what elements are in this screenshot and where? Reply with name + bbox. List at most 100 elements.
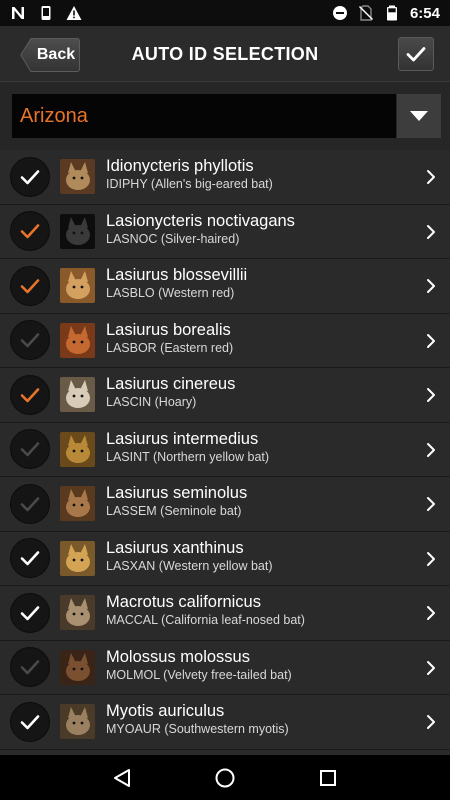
species-checkbox[interactable] <box>10 647 50 688</box>
species-name: Lasiurus cinereus <box>106 375 236 393</box>
species-row[interactable]: Lasionycteris noctivagans LASNOC (Silver… <box>0 205 450 259</box>
species-text: Idionycteris phyllotis IDIPHY (Allen's b… <box>106 156 410 193</box>
species-text: Macrotus californicus MACCAL (California… <box>106 592 410 629</box>
species-code: LASBOR (Eastern red) <box>106 340 234 355</box>
chevron-right-icon <box>427 333 435 348</box>
species-row[interactable]: Molossus molossus MOLMOL (Velvety free-t… <box>0 641 450 695</box>
bat-photo-icon <box>60 649 95 685</box>
bat-thumbnail <box>60 213 95 249</box>
species-row[interactable]: Macrotus californicus MACCAL (California… <box>0 586 450 641</box>
confirm-button[interactable] <box>398 37 434 71</box>
chevron-right-icon <box>427 279 435 293</box>
status-time: 6:54 <box>409 4 440 22</box>
battery-icon <box>386 5 397 21</box>
no-sim-icon <box>358 5 373 21</box>
species-checkbox[interactable] <box>10 592 50 633</box>
checkmark-icon <box>20 551 40 566</box>
species-code: LASNOC (Silver-haired) <box>106 231 240 246</box>
species-row[interactable]: Lasiurus intermedius LASINT (Northern ye… <box>0 423 450 477</box>
bat-thumbnail <box>60 704 95 740</box>
species-checkbox[interactable] <box>10 320 50 361</box>
species-text: Lasiurus blossevillii LASBLO (Western re… <box>106 265 410 302</box>
species-checkbox[interactable] <box>10 483 50 524</box>
species-code: LASCIN (Hoary) <box>106 395 197 409</box>
chevron-right-icon <box>427 224 435 239</box>
chevron-right-icon <box>427 606 435 620</box>
chevron-right-icon <box>427 442 435 457</box>
species-row[interactable]: Myotis auriculus MYOAUR (Southwestern my… <box>0 695 450 750</box>
checkmark-icon <box>20 387 40 403</box>
species-text: Molossus molossus MOLMOL (Velvety free-t… <box>106 647 410 684</box>
species-name: Idionycteris phyllotis <box>106 157 254 175</box>
region-selector-container: Arizona <box>0 82 450 150</box>
n-notification-icon <box>12 7 24 19</box>
species-row[interactable]: Lasiurus borealis LASBOR (Eastern red) <box>0 314 450 368</box>
checkmark-icon <box>20 714 40 730</box>
species-checkbox[interactable] <box>10 211 50 252</box>
chevron-right-icon <box>427 497 435 511</box>
species-row[interactable]: Lasiurus xanthinus LASXAN (Western yello… <box>0 532 450 586</box>
do-not-disturb-icon <box>332 6 347 20</box>
triangle-down-icon <box>410 111 428 121</box>
checkmark-icon <box>20 278 40 294</box>
region-dropdown-button[interactable] <box>397 94 441 138</box>
species-name: Myotis auriculus <box>106 702 225 720</box>
checkmark-icon <box>20 333 40 348</box>
species-name: Lasiurus seminolus <box>106 484 248 502</box>
species-name: Molossus molossus <box>106 647 250 666</box>
bat-photo-icon <box>60 431 95 467</box>
checkmark-icon <box>406 47 426 62</box>
species-code: LASBLO (Western red) <box>106 286 235 300</box>
chevron-right-icon <box>427 388 435 402</box>
recents-nav-icon[interactable] <box>317 767 339 789</box>
species-text: Lasiurus xanthinus LASXAN (Western yello… <box>106 538 410 575</box>
species-row[interactable]: Idionycteris phyllotis IDIPHY (Allen's b… <box>0 150 450 205</box>
chevron-right-icon <box>427 715 435 729</box>
species-name: Lasiurus blossevillii <box>106 266 248 284</box>
species-checkbox[interactable] <box>10 374 50 415</box>
region-select[interactable]: Arizona <box>12 94 396 138</box>
checkmark-icon <box>20 169 40 185</box>
species-row[interactable]: Lasiurus blossevillii LASBLO (Western re… <box>0 259 450 314</box>
species-checkbox[interactable] <box>10 265 50 306</box>
species-code: LASINT (Northern yellow bat) <box>106 449 270 464</box>
bat-thumbnail <box>60 649 95 685</box>
species-code: LASXAN (Western yellow bat) <box>106 558 273 573</box>
back-button[interactable]: Back <box>20 38 80 72</box>
species-checkbox[interactable] <box>10 701 50 742</box>
home-nav-icon[interactable] <box>214 767 236 789</box>
species-name: Lasiurus xanthinus <box>106 538 244 557</box>
species-text: Lasiurus borealis LASBOR (Eastern red) <box>106 320 410 357</box>
species-name: Macrotus californicus <box>106 593 261 611</box>
chevron-right-icon <box>427 551 435 566</box>
checkmark-icon <box>20 660 40 675</box>
species-name: Lasionycteris noctivagans <box>106 211 295 230</box>
status-left-icons <box>10 5 82 21</box>
bat-thumbnail <box>60 159 95 195</box>
bat-thumbnail <box>60 377 95 413</box>
bat-photo-icon <box>60 486 95 522</box>
species-checkbox[interactable] <box>10 156 50 197</box>
bat-thumbnail <box>60 431 95 467</box>
bat-thumbnail <box>60 322 95 358</box>
bat-thumbnail <box>60 268 95 304</box>
checkmark-icon <box>20 442 40 457</box>
status-bar: 6:54 <box>0 0 450 26</box>
back-nav-icon[interactable] <box>111 767 133 789</box>
bat-photo-icon <box>60 159 95 195</box>
header-bar: Back AUTO ID SELECTION <box>0 26 450 82</box>
bat-thumbnail <box>60 595 95 631</box>
species-checkbox[interactable] <box>10 538 50 579</box>
species-list[interactable]: Idionycteris phyllotis IDIPHY (Allen's b… <box>0 150 450 755</box>
bat-photo-icon <box>60 213 95 249</box>
bat-photo-icon <box>60 377 95 413</box>
species-code: MYOAUR (Southwestern myotis) <box>106 722 289 736</box>
species-code: MACCAL (California leaf-nosed bat) <box>106 613 305 627</box>
species-row[interactable]: Lasiurus cinereus LASCIN (Hoary) <box>0 368 450 423</box>
species-checkbox[interactable] <box>10 429 50 470</box>
checkmark-icon <box>20 496 40 512</box>
checkmark-icon <box>20 224 40 239</box>
species-row[interactable]: Lasiurus seminolus LASSEM (Seminole bat) <box>0 477 450 532</box>
species-code: IDIPHY (Allen's big-eared bat) <box>106 177 273 191</box>
checkmark-icon <box>20 605 40 621</box>
